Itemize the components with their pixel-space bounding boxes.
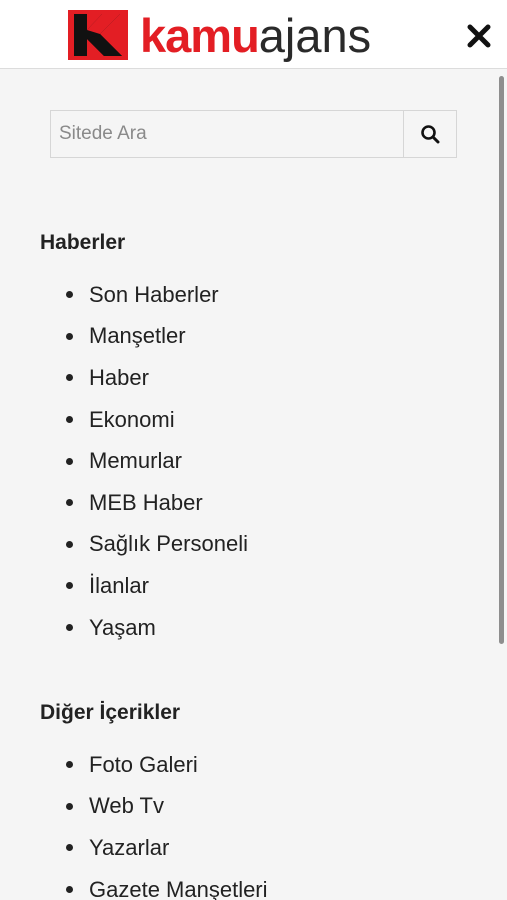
mobile-menu-page: kamu ajans Haberler Son Haberler Manşetl… (0, 0, 507, 900)
logo-kamu-text: kamu (140, 8, 260, 62)
nav-link-mansetler[interactable]: Manşetler (89, 325, 186, 347)
bullet-icon (66, 499, 73, 507)
bullet-icon (66, 540, 73, 548)
site-logo[interactable]: kamu ajans (68, 10, 371, 60)
close-icon (467, 24, 491, 48)
bullet-icon (66, 374, 73, 382)
site-search-form (50, 110, 457, 158)
bullet-icon (66, 457, 73, 465)
section-title-haberler: Haberler (40, 231, 126, 254)
menu-header: kamu ajans (0, 0, 507, 69)
bullet-icon (66, 761, 73, 769)
search-input[interactable] (51, 111, 403, 157)
close-menu-button[interactable] (466, 23, 492, 49)
bullet-icon (66, 802, 73, 810)
logo-mark-icon (68, 10, 128, 60)
bullet-icon (66, 291, 73, 299)
nav-link-ekonomi[interactable]: Ekonomi (89, 408, 175, 431)
nav-link-yasam[interactable]: Yaşam (89, 616, 156, 639)
nav-link-son-haberler[interactable]: Son Haberler (89, 283, 219, 306)
bullet-icon (66, 582, 73, 590)
search-icon (421, 125, 440, 144)
nav-link-saglik-personeli[interactable]: Sağlık Personeli (89, 533, 248, 555)
search-button[interactable] (403, 111, 456, 157)
nav-link-web-tv[interactable]: Web Tv (89, 795, 164, 817)
scrollbar-thumb[interactable] (499, 76, 504, 644)
nav-link-meb-haber[interactable]: MEB Haber (89, 491, 203, 514)
logo-ajans-text: ajans (258, 8, 372, 62)
nav-link-foto-galeri[interactable]: Foto Galeri (89, 753, 198, 776)
bullet-icon (66, 886, 73, 894)
nav-link-memurlar[interactable]: Memurlar (89, 450, 182, 472)
bullet-icon (66, 844, 73, 852)
logo-wordmark: kamu ajans (140, 12, 371, 59)
bullet-icon (66, 332, 73, 340)
section-title-diger-icerikler: Diğer İçerikler (40, 701, 181, 724)
nav-link-ilanlar[interactable]: İlanlar (89, 574, 149, 597)
bullet-icon (66, 624, 73, 632)
nav-link-gazete-mansetleri[interactable]: Gazete Manşetleri (89, 878, 268, 900)
bullet-icon (66, 416, 73, 424)
nav-link-haber[interactable]: Haber (89, 366, 149, 389)
nav-link-yazarlar[interactable]: Yazarlar (89, 836, 169, 859)
